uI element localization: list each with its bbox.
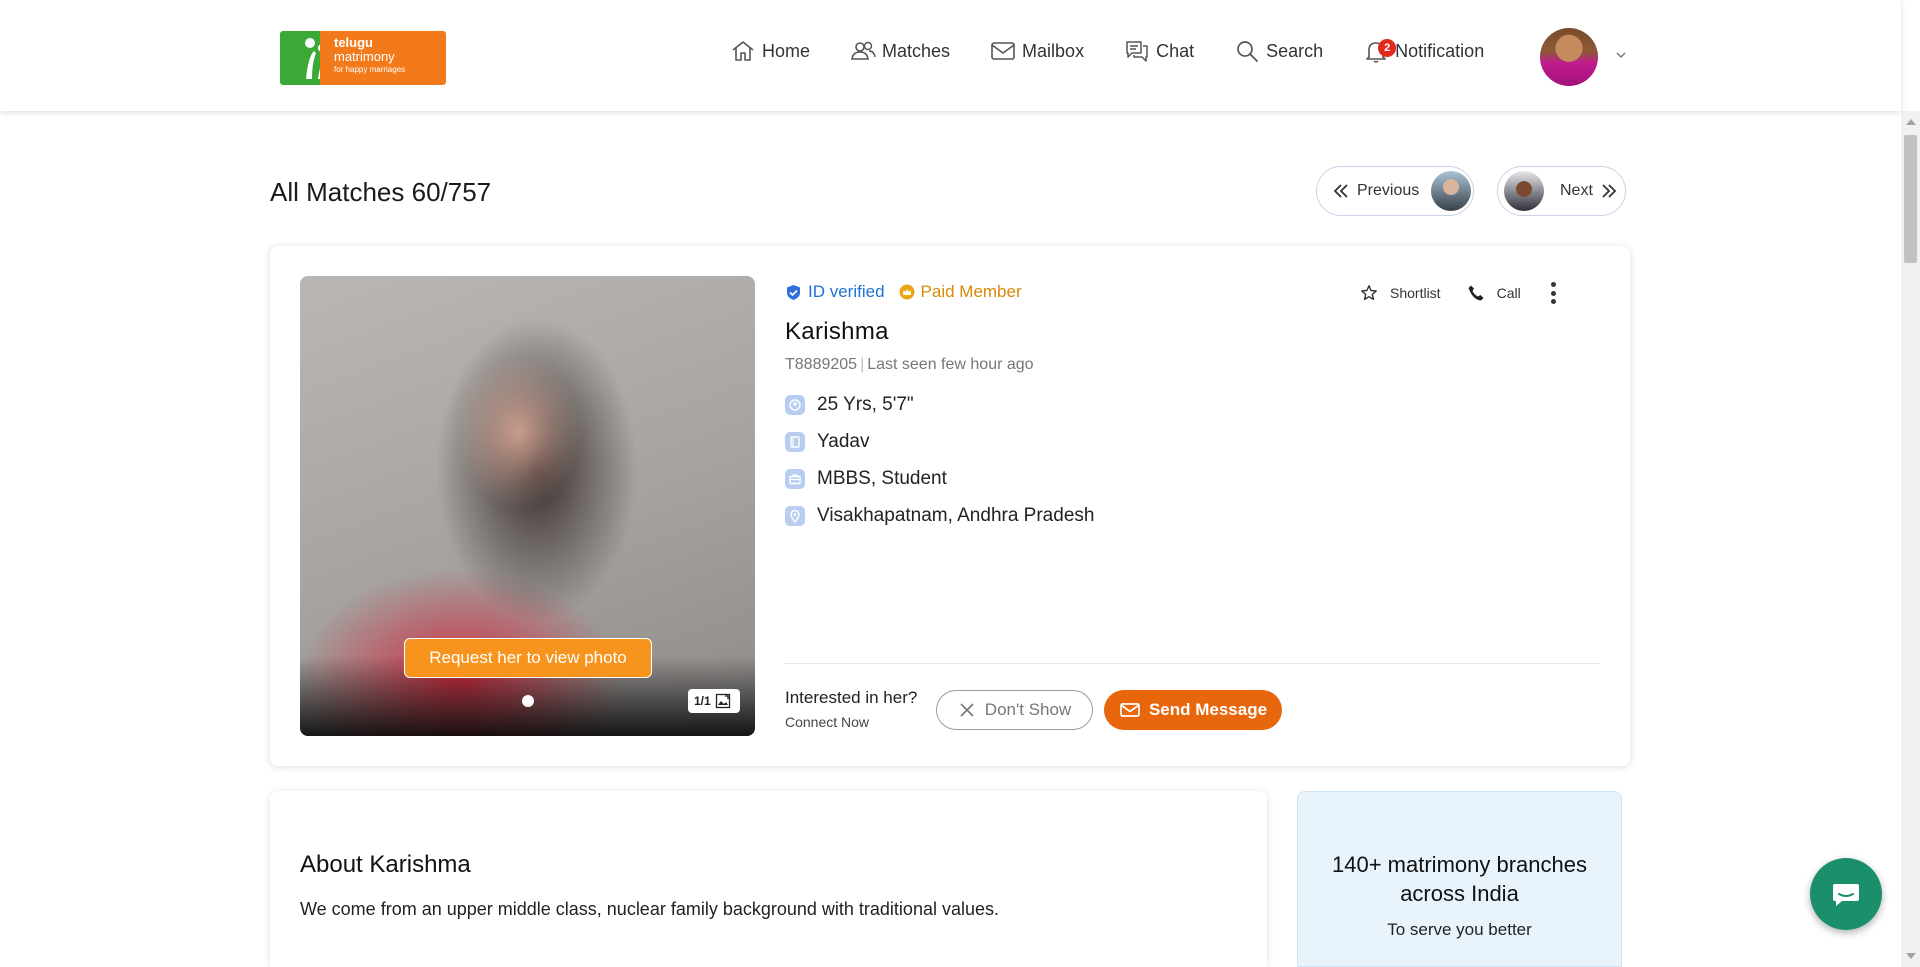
photo-counter[interactable]: 1/1: [688, 689, 740, 713]
nav-search[interactable]: Search: [1234, 38, 1323, 64]
last-seen: Last seen few hour ago: [867, 356, 1034, 373]
photo-carousel-dot[interactable]: [522, 695, 534, 707]
search-icon: [1237, 41, 1259, 62]
previous-label: Previous: [1357, 182, 1420, 199]
nav-mailbox-label: Mailbox: [1022, 40, 1085, 61]
nav-notification-label: Notification: [1395, 40, 1485, 61]
star-icon: [1361, 285, 1377, 301]
mailbox-icon: [991, 42, 1015, 60]
nav-matches-label: Matches: [882, 40, 951, 61]
fact-location: Visakhapatnam, Andhra Pradesh: [785, 497, 1094, 534]
next-label: Next: [1560, 182, 1593, 199]
chat-icon: [1126, 41, 1148, 62]
location-pin-icon: [785, 505, 805, 526]
send-message-label: Send Message: [1148, 700, 1268, 719]
nav-mailbox[interactable]: Mailbox: [990, 38, 1084, 64]
home-icon: [732, 41, 754, 61]
send-message-button[interactable]: Send Message: [1104, 690, 1282, 730]
age-height-text: 25 Yrs, 5'7": [817, 393, 914, 415]
profile-photo[interactable]: Request her to view photo 1/1: [300, 276, 755, 736]
caste-text: Yadav: [817, 430, 870, 452]
chevron-down-icon[interactable]: [1614, 48, 1628, 62]
logo-line-2: matrimony: [334, 49, 395, 64]
fact-age-height: 25 Yrs, 5'7": [785, 386, 1094, 423]
mail-icon: [1120, 703, 1140, 717]
dont-show-label: Don't Show: [984, 700, 1072, 719]
photo-counter-text: 1/1: [694, 694, 711, 708]
profile-id: T8889205: [785, 356, 858, 373]
nav-matches[interactable]: Matches: [850, 38, 950, 64]
more-icon[interactable]: [1551, 282, 1557, 304]
next-profile-button[interactable]: Next: [1497, 166, 1626, 216]
interested-question: Interested in her?: [785, 688, 918, 707]
gallery-icon: [715, 693, 730, 709]
scrollbar-thumb[interactable]: [1904, 135, 1917, 263]
nav-search-label: Search: [1266, 40, 1324, 61]
id-verified-label: ID verified: [808, 282, 885, 301]
double-chevron-right-icon: [1602, 184, 1617, 198]
scroll-down-arrow[interactable]: [1906, 953, 1916, 959]
nav-chat-label: Chat: [1156, 40, 1195, 61]
top-header: telugu matrimony for happy marriages Hom…: [0, 0, 1901, 111]
call-label: Call: [1496, 285, 1521, 301]
previous-profile-thumbnail: [1431, 171, 1472, 211]
subline-separator: |: [860, 356, 865, 373]
about-text: We come from an upper middle class, nucl…: [300, 899, 999, 919]
branches-title: 140+ matrimony branches across India: [1332, 852, 1587, 906]
request-photo-button[interactable]: Request her to view photo: [404, 638, 652, 678]
interest-prompt: Interested in her? Connect Now: [785, 688, 917, 730]
logo-line-1: telugu: [334, 35, 373, 50]
fact-caste: Yadav: [785, 423, 1094, 460]
next-profile-thumbnail: [1504, 171, 1544, 211]
crown-icon: [899, 284, 915, 300]
nav-home-label: Home: [762, 40, 811, 61]
notification-count-badge: 2: [1378, 39, 1397, 57]
paid-member-label: Paid Member: [920, 282, 1022, 301]
fact-education: MBBS, Student: [785, 460, 1094, 497]
profile-name: Karishma: [785, 318, 889, 345]
connect-now-text: Connect Now: [785, 714, 870, 730]
call-button[interactable]: Call: [1467, 284, 1521, 302]
age-icon: [785, 394, 805, 415]
page-scrollbar[interactable]: [1901, 111, 1920, 967]
main-nav: Home Matches Mailbox Chat Search 2 Notif…: [730, 34, 1484, 68]
telugu-matrimony-logo[interactable]: telugu matrimony for happy marriages: [280, 31, 446, 85]
about-section: About Karishma We come from an upper mid…: [270, 791, 1267, 967]
matches-icon: [851, 41, 876, 60]
education-text: MBBS, Student: [817, 467, 947, 489]
page-title: All Matches 60/757: [270, 177, 492, 207]
about-title: About Karishma: [300, 851, 471, 878]
logo-tagline: for happy marriages: [334, 65, 406, 74]
branches-promo: 140+ matrimony branches across India To …: [1297, 791, 1622, 967]
nav-chat[interactable]: Chat: [1124, 38, 1194, 64]
location-text: Visakhapatnam, Andhra Pradesh: [817, 504, 1095, 526]
previous-profile-button[interactable]: Previous: [1316, 166, 1474, 216]
phone-icon: [1468, 285, 1484, 301]
shortlist-label: Shortlist: [1390, 285, 1441, 301]
profile-facts: 25 Yrs, 5'7" Yadav MBBS, Student Visakha…: [785, 386, 1094, 534]
dont-show-button[interactable]: Don't Show: [936, 690, 1093, 730]
shortlist-button[interactable]: Shortlist: [1360, 284, 1441, 302]
nav-notification[interactable]: 2 Notification: [1363, 38, 1484, 64]
verified-icon: [787, 284, 800, 300]
user-avatar[interactable]: [1540, 28, 1598, 86]
logo-text-block: telugu matrimony for happy marriages: [320, 31, 446, 85]
nav-home[interactable]: Home: [730, 38, 810, 64]
book-icon: [785, 431, 805, 452]
card-divider: [785, 663, 1600, 664]
profile-card: Request her to view photo 1/1 ID verifie…: [270, 246, 1630, 766]
member-badges: ID verified Paid Member: [785, 282, 1022, 302]
scroll-up-arrow[interactable]: [1906, 119, 1916, 125]
branches-subtitle: To serve you better: [1387, 920, 1532, 939]
chat-support-button[interactable]: [1810, 858, 1882, 930]
double-chevron-left-icon: [1333, 184, 1348, 198]
close-icon: [960, 703, 974, 717]
profile-actions: Shortlist Call: [1360, 282, 1557, 304]
chat-bubble-icon: [1833, 884, 1859, 906]
profile-subline: T8889205 | Last seen few hour ago: [785, 356, 1034, 374]
briefcase-icon: [785, 468, 805, 489]
